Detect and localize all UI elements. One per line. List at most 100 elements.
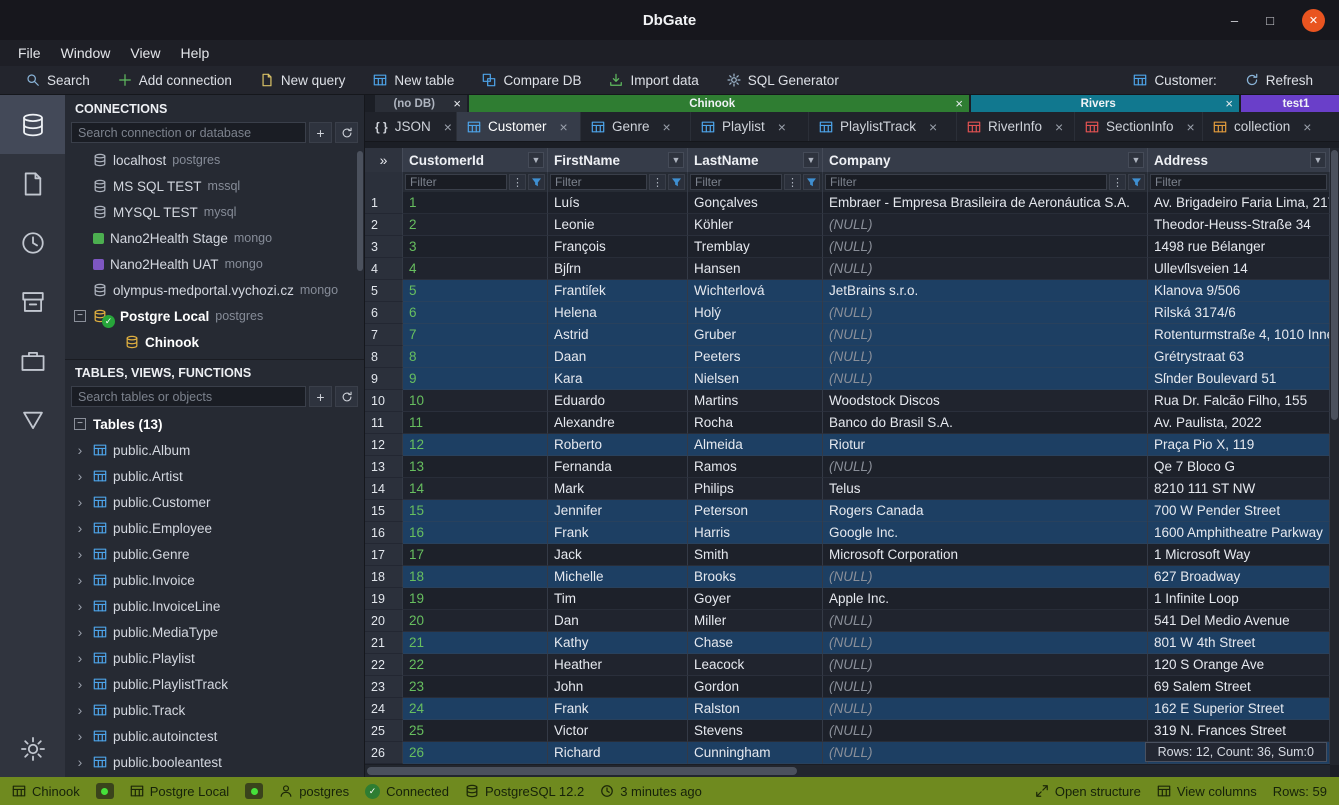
cell-lastname[interactable]: Brooks <box>688 566 823 588</box>
filter-menu-dots-icon[interactable]: ⋮ <box>509 174 526 190</box>
row-number[interactable]: 8 <box>365 346 403 368</box>
toolbar-button-new-query[interactable]: New query <box>246 66 360 95</box>
column-header-company[interactable]: Company▼ <box>823 148 1148 172</box>
filter-input-firstname[interactable] <box>550 174 647 190</box>
column-header-firstname[interactable]: FirstName▼ <box>548 148 688 172</box>
menu-view[interactable]: View <box>120 42 170 64</box>
cell-address[interactable]: 69 Salem Street <box>1148 676 1330 698</box>
row-number[interactable]: 22 <box>365 654 403 676</box>
row-number[interactable]: 3 <box>365 236 403 258</box>
filter-menu-dots-icon[interactable]: ⋮ <box>649 174 666 190</box>
tab-collection[interactable]: collection× <box>1203 112 1339 141</box>
cell-address[interactable]: 319 N. Frances Street <box>1148 720 1330 742</box>
cell-firstname[interactable]: Alexandre <box>548 412 688 434</box>
status-connected[interactable]: ✓Connected <box>365 784 449 799</box>
cell-lastname[interactable]: Nielsen <box>688 368 823 390</box>
cell-lastname[interactable]: Chase <box>688 632 823 654</box>
filter-input-address[interactable] <box>1150 174 1327 190</box>
close-icon[interactable]: × <box>1225 97 1233 110</box>
filter-input-lastname[interactable] <box>690 174 782 190</box>
vertical-scrollbar[interactable] <box>1330 148 1339 765</box>
column-header-lastname[interactable]: LastName▼ <box>688 148 823 172</box>
cell-company[interactable]: Woodstock Discos <box>823 390 1148 412</box>
cell-firstname[interactable]: Bjſrn <box>548 258 688 280</box>
cell-address[interactable]: Qe 7 Bloco G <box>1148 456 1330 478</box>
collapse-icon[interactable]: − <box>74 310 86 322</box>
menu-window[interactable]: Window <box>51 42 121 64</box>
cell-lastname[interactable]: Miller <box>688 610 823 632</box>
row-number[interactable]: 23 <box>365 676 403 698</box>
toolbar-button-sql-generator[interactable]: SQL Generator <box>713 66 853 95</box>
connection-item-chinook[interactable]: Chinook <box>65 329 364 355</box>
cell-customerid[interactable]: 18 <box>403 566 548 588</box>
filter-funnel-button[interactable] <box>668 174 685 190</box>
filter-funnel-button[interactable] <box>528 174 545 190</box>
toolbar-button-compare-db[interactable]: Compare DB <box>468 66 595 95</box>
cell-customerid[interactable]: 13 <box>403 456 548 478</box>
database-tab-chinook[interactable]: Chinook× <box>469 95 969 112</box>
database-tab-no-db[interactable]: (no DB)× <box>375 95 467 112</box>
close-icon[interactable]: × <box>1055 120 1063 134</box>
cell-company[interactable]: Apple Inc. <box>823 588 1148 610</box>
menu-file[interactable]: File <box>8 42 51 64</box>
cell-customerid[interactable]: 21 <box>403 632 548 654</box>
cell-lastname[interactable]: Rocha <box>688 412 823 434</box>
cell-lastname[interactable]: Gordon <box>688 676 823 698</box>
cell-firstname[interactable]: Richard <box>548 742 688 764</box>
cell-company[interactable]: Microsoft Corporation <box>823 544 1148 566</box>
cell-address[interactable]: 1600 Amphitheatre Parkway <box>1148 522 1330 544</box>
horizontal-scrollbar-thumb[interactable] <box>367 767 797 775</box>
cell-company[interactable]: Telus <box>823 478 1148 500</box>
connection-item-postgre-local[interactable]: −✓Postgre Localpostgres <box>65 303 364 329</box>
row-number[interactable]: 18 <box>365 566 403 588</box>
cell-lastname[interactable]: Holý <box>688 302 823 324</box>
cell-firstname[interactable]: Jack <box>548 544 688 566</box>
row-number[interactable]: 24 <box>365 698 403 720</box>
cell-address[interactable]: 801 W 4th Street <box>1148 632 1330 654</box>
table-item-public-customer[interactable]: ›public.Customer <box>65 489 364 515</box>
cell-address[interactable]: Av. Brigadeiro Faria Lima, 2170 <box>1148 192 1330 214</box>
rail-button-gear[interactable] <box>0 721 65 777</box>
cell-firstname[interactable]: Dan <box>548 610 688 632</box>
cell-company[interactable]: (NULL) <box>823 346 1148 368</box>
toolbar-button-search[interactable]: Search <box>12 66 104 95</box>
cell-address[interactable]: 541 Del Medio Avenue <box>1148 610 1330 632</box>
toolbar-button-refresh[interactable]: Refresh <box>1231 66 1327 95</box>
rail-button-case[interactable] <box>0 331 65 390</box>
cell-lastname[interactable]: Cunningham <box>688 742 823 764</box>
maximize-button[interactable]: □ <box>1266 13 1274 28</box>
filter-funnel-button[interactable] <box>803 174 820 190</box>
status-open-structure[interactable]: Open structure <box>1035 784 1141 799</box>
connection-item-olympus-medportal-vychozi-cz[interactable]: olympus-medportal.vychozi.czmongo <box>65 277 364 303</box>
horizontal-scrollbar[interactable] <box>365 765 1330 777</box>
cell-address[interactable]: Klanova 9/506 <box>1148 280 1330 302</box>
row-number[interactable]: 17 <box>365 544 403 566</box>
cell-firstname[interactable]: Daan <box>548 346 688 368</box>
minimize-button[interactable]: – <box>1231 13 1238 28</box>
row-number[interactable]: 6 <box>365 302 403 324</box>
tab-playlisttrack[interactable]: PlaylistTrack× <box>809 112 957 141</box>
cell-customerid[interactable]: 15 <box>403 500 548 522</box>
column-dropdown-button[interactable]: ▼ <box>668 152 684 168</box>
column-dropdown-button[interactable]: ▼ <box>1310 152 1326 168</box>
cell-firstname[interactable]: François <box>548 236 688 258</box>
cell-firstname[interactable]: Mark <box>548 478 688 500</box>
cell-address[interactable]: 1498 rue Bélanger <box>1148 236 1330 258</box>
cell-lastname[interactable]: Wichterlová <box>688 280 823 302</box>
chevron-right-icon[interactable]: › <box>78 468 83 484</box>
cell-firstname[interactable]: Kathy <box>548 632 688 654</box>
chevron-right-icon[interactable]: › <box>78 494 83 510</box>
rail-button-db[interactable] <box>0 95 65 154</box>
row-number[interactable]: 19 <box>365 588 403 610</box>
cell-lastname[interactable]: Gonçalves <box>688 192 823 214</box>
cell-customerid[interactable]: 6 <box>403 302 548 324</box>
close-icon[interactable]: × <box>929 120 937 134</box>
cell-firstname[interactable]: Luís <box>548 192 688 214</box>
cell-customerid[interactable]: 16 <box>403 522 548 544</box>
refresh-connections-button[interactable] <box>335 122 358 143</box>
cell-lastname[interactable]: Philips <box>688 478 823 500</box>
toolbar-button-add-connection[interactable]: Add connection <box>104 66 246 95</box>
connection-item-ms-sql-test[interactable]: MS SQL TESTmssql <box>65 173 364 199</box>
row-number[interactable]: 1 <box>365 192 403 214</box>
close-button[interactable]: ✕ <box>1302 9 1325 32</box>
